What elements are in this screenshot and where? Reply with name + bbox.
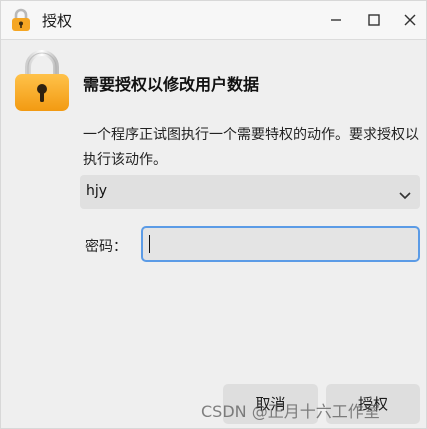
window-title: 授权 (42, 12, 73, 30)
watermark: CSDN @正月十六工作室 (201, 402, 380, 421)
selected-user: hjy (86, 183, 108, 199)
close-icon[interactable] (400, 10, 420, 30)
password-field[interactable] (141, 226, 420, 262)
user-select[interactable]: hjy (80, 175, 420, 209)
text-caret (149, 235, 150, 253)
minimize-icon[interactable] (326, 10, 346, 30)
maximize-icon[interactable] (364, 10, 384, 30)
auth-dialog-window: 授权 需要授权以修改用户数据 一个程序正试图执行一个需要特权的动作。要求授权以执… (0, 0, 427, 429)
title-bar[interactable]: 授权 (1, 1, 426, 40)
lock-icon (10, 8, 32, 32)
dialog-description: 一个程序正试图执行一个需要特权的动作。要求授权以执行该动作。 (83, 127, 419, 168)
lock-icon (13, 49, 71, 113)
dialog-heading: 需要授权以修改用户数据 (83, 75, 260, 94)
password-label: 密码： (85, 239, 127, 255)
chevron-down-icon (398, 186, 412, 200)
